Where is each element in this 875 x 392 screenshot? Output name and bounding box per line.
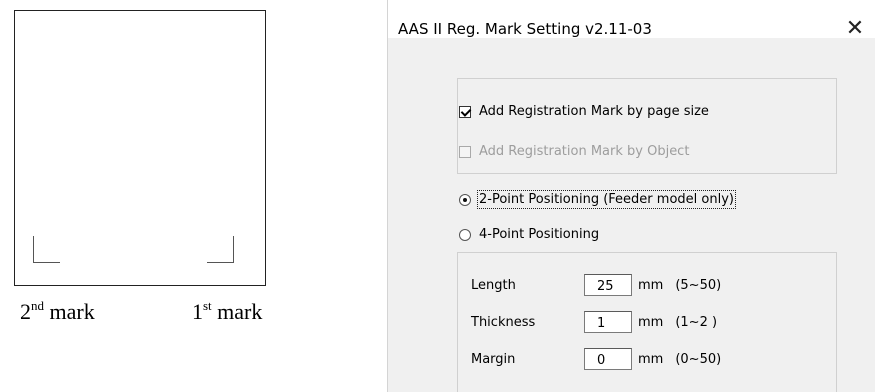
dialog-title: AAS II Reg. Mark Setting v2.11-03	[398, 20, 652, 38]
two-point-positioning-label: 2-Point Positioning (Feeder model only)	[477, 190, 736, 209]
first-mark-word: mark	[217, 299, 263, 324]
add-mark-by-object-option: Add Registration Mark by Object	[459, 144, 689, 159]
first-mark-suffix: st	[203, 298, 212, 313]
second-mark-suffix: nd	[31, 298, 44, 313]
margin-unit: mm	[638, 351, 664, 367]
first-mark-caption: 1st mark	[192, 299, 262, 325]
thickness-range: (1~2 )	[675, 314, 718, 330]
registration-mark-group	[457, 78, 837, 174]
close-icon: ✕	[845, 16, 865, 41]
length-input[interactable]: 25	[584, 274, 632, 296]
length-unit: mm	[638, 277, 664, 293]
add-mark-by-object-label: Add Registration Mark by Object	[479, 144, 690, 159]
first-registration-mark	[207, 236, 234, 263]
screen: 2nd mark 1st mark AAS II Reg. Mark Setti…	[0, 0, 875, 392]
thickness-label: Thickness	[471, 314, 536, 330]
page-illustration	[14, 10, 266, 286]
second-mark-ordinal: 2	[20, 299, 31, 324]
four-point-positioning-option[interactable]: 4-Point Positioning	[459, 227, 599, 242]
first-mark-ordinal: 1	[192, 299, 203, 324]
add-mark-by-object-checkbox	[459, 145, 471, 158]
second-mark-word: mark	[49, 299, 95, 324]
length-range: (5~50)	[675, 277, 722, 293]
four-point-positioning-radio[interactable]	[459, 228, 471, 241]
thickness-unit: mm	[638, 314, 664, 330]
reg-mark-setting-dialog: AAS II Reg. Mark Setting v2.11-03 ✕ Add …	[387, 0, 875, 392]
thickness-row: Thickness 1 mm (1~2 )	[471, 311, 717, 333]
margin-row: Margin 0 mm (0~50)	[471, 348, 721, 370]
thickness-input[interactable]: 1	[584, 311, 632, 333]
second-mark-caption: 2nd mark	[20, 299, 95, 325]
margin-input[interactable]: 0	[584, 348, 632, 370]
length-label: Length	[471, 277, 516, 293]
add-mark-by-page-size-option[interactable]: Add Registration Mark by page size	[459, 104, 709, 119]
margin-range: (0~50)	[675, 351, 722, 367]
close-button[interactable]: ✕	[840, 14, 870, 44]
two-point-positioning-option[interactable]: 2-Point Positioning (Feeder model only)	[459, 190, 736, 209]
add-mark-by-page-size-label: Add Registration Mark by page size	[479, 104, 709, 119]
length-row: Length 25 mm (5~50)	[471, 274, 721, 296]
margin-label: Margin	[471, 351, 516, 367]
title-bar: AAS II Reg. Mark Setting v2.11-03 ✕	[388, 0, 875, 41]
second-registration-mark	[33, 236, 60, 263]
two-point-positioning-radio[interactable]	[459, 193, 471, 206]
four-point-positioning-label: 4-Point Positioning	[479, 227, 600, 242]
add-mark-by-page-size-checkbox[interactable]	[459, 105, 471, 118]
